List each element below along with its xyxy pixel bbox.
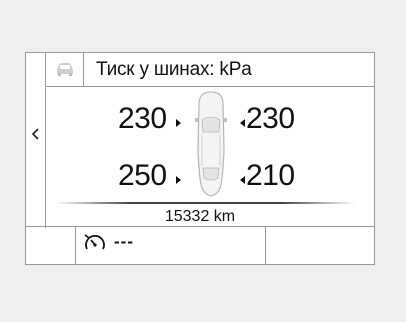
- arrow-left-icon: [240, 119, 245, 127]
- tire-pressure-rear-right: 210: [246, 159, 295, 192]
- tire-pressure-front-right: 230: [246, 102, 295, 135]
- header-icon-box: [46, 53, 84, 86]
- bottom-cell-right[interactable]: [266, 227, 374, 264]
- car-icon: [57, 63, 73, 76]
- arrow-right-icon: [176, 176, 181, 184]
- odometer-value: 15332 km: [164, 208, 236, 225]
- trip-value: ---: [114, 232, 134, 251]
- car-top-view-icon: [195, 91, 227, 197]
- bottom-cell-left[interactable]: [26, 227, 76, 264]
- header-bar: Тиск у шинах: kPa: [46, 53, 374, 87]
- bottom-bar: ---: [26, 226, 374, 264]
- bottom-cell-trip[interactable]: ---: [76, 227, 266, 264]
- tire-pressure-panel: Тиск у шинах: kPa 230 230 250 210 15332 …: [25, 52, 375, 265]
- back-button[interactable]: [26, 53, 46, 228]
- arrow-right-icon: [176, 119, 181, 127]
- speedometer-icon: [84, 234, 105, 250]
- page-title: Тиск у шинах: kPa: [96, 59, 252, 80]
- tire-pressure-rear-left: 250: [118, 159, 167, 192]
- tire-pressure-front-left: 230: [118, 102, 167, 135]
- arrow-left-icon: [240, 176, 245, 184]
- chevron-left-icon: [31, 128, 39, 140]
- divider: [56, 202, 356, 204]
